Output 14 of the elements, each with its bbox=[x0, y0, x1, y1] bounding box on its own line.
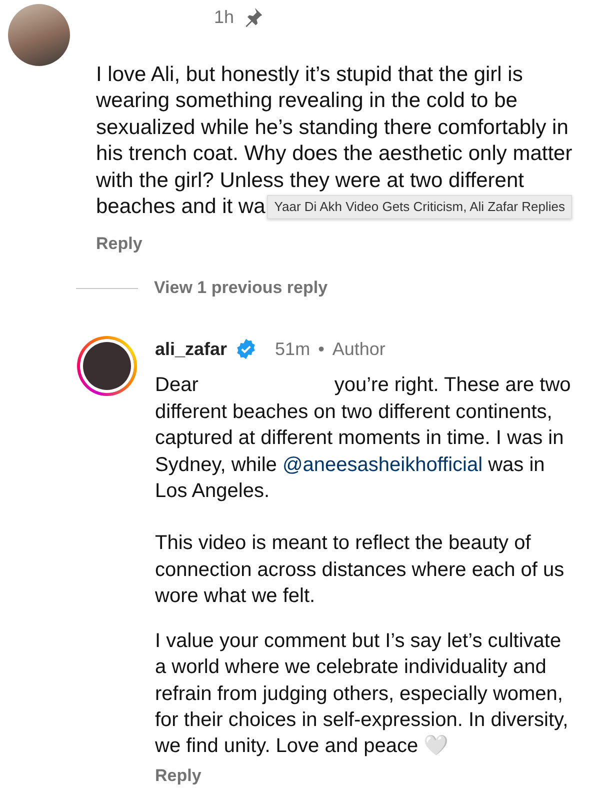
tooltip: Yaar Di Akh Video Gets Criticism, Ali Zafar Replies bbox=[267, 195, 572, 220]
reply-button[interactable]: Reply bbox=[96, 234, 142, 254]
comment-text: I love Ali, but honestly it’s stupid that the girl is wearing something revealing in the cold to be sexualized while he’s standing there comfortably in his trench coat. Why does the aesthetic only matter with the girl? Unless they were at two different beaches and it wa Yaar Di Akh Video Gets Criticism, Ali Zafar Replies bbox=[96, 62, 574, 220]
comment-time: 1h bbox=[214, 6, 234, 28]
reply-paragraph: This video is meant to reflect the beauty of connection across distances where each of us wore what we felt. bbox=[155, 531, 566, 610]
author-label: Author bbox=[332, 338, 386, 360]
reply-text: Dear you’re right. These are two different beaches on two different continents, captured at different moments in time. I was in Sydney, while @aneesasheikhofficial was in Los Angeles. bbox=[155, 373, 572, 504]
reply-button[interactable]: Reply bbox=[155, 766, 202, 786]
comment-time: 51m bbox=[275, 338, 310, 360]
mention-link[interactable]: @aneesasheikhofficial bbox=[282, 454, 483, 476]
reply-paragraph: I value your comment but I’s say let’s cultivate a world where we celebrate individuality and refrain from judging others, especially women, for their choices in self-expression. In diversity, we find unity. Love and peace 🤍 bbox=[155, 628, 570, 760]
username[interactable]: ali_zafar bbox=[155, 338, 228, 360]
separator-dot: • bbox=[318, 338, 324, 360]
view-replies-button[interactable]: View 1 previous reply bbox=[154, 278, 328, 298]
